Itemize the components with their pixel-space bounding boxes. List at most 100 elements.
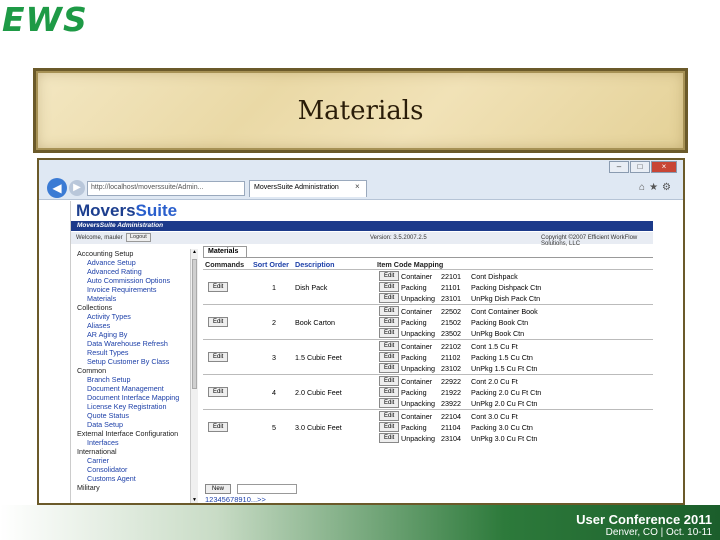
edit-material-button[interactable]: Edit [208,282,229,292]
edit-mapping-button[interactable]: Edit [379,433,400,443]
edit-mapping-button[interactable]: Edit [379,352,400,362]
edit-material-button[interactable]: Edit [208,387,229,397]
sidebar-item[interactable]: Data Setup [71,420,189,429]
header-commands: Commands [205,260,245,269]
maximize-button[interactable]: □ [630,161,650,173]
header-sort-order[interactable]: Sort Order [253,260,289,269]
home-icon[interactable]: ⌂ [639,182,649,193]
sidebar-scrollbar[interactable]: ▲ ▼ [190,249,198,503]
sidebar-item[interactable]: Advanced Rating [71,267,189,276]
item-code-mapping: Edit Unpacking 23104 UnPkg 3.0 Cu Ft Ctn [377,433,653,444]
material-description: 1.5 Cubic Feet [295,353,342,362]
mapping-desc: UnPkg 2.0 Cu Ft Ctn [471,399,538,408]
edit-mapping-button[interactable]: Edit [379,317,400,327]
tab-close-icon[interactable]: × [355,182,360,191]
address-bar[interactable]: http://localhost/moverssuite/Admin... [87,181,245,196]
sidebar-item[interactable]: Carrier [71,456,189,465]
edit-mapping-button[interactable]: Edit [379,387,400,397]
sidebar-item[interactable]: License Key Registration [71,402,189,411]
mapping-desc: Packing Book Ctn [471,318,529,327]
mapping-code: 21922 [441,388,461,397]
sidebar-item[interactable]: Advance Setup [71,258,189,267]
edit-mapping-button[interactable]: Edit [379,376,400,386]
edit-mapping-button[interactable]: Edit [379,411,400,421]
edit-mapping-button[interactable]: Edit [379,422,400,432]
material-row: Edit 2 Book Carton Edit Container 22502 Cont C… [203,304,653,338]
edit-material-button[interactable]: Edit [208,422,229,432]
header-description[interactable]: Description [295,260,335,269]
right-margin [653,201,683,503]
sidebar-item[interactable]: Setup Customer By Class [71,357,189,366]
edit-mapping-button[interactable]: Edit [379,293,400,303]
sidebar-item[interactable]: Document Interface Mapping [71,393,189,402]
scroll-up-icon[interactable]: ▲ [192,249,197,255]
sidebar-item[interactable]: Invoice Requirements [71,285,189,294]
edit-material-button[interactable]: Edit [208,352,229,362]
item-code-mapping: Edit Packing 21101 Packing Dishpack Ctn [377,282,653,293]
edit-mapping-button[interactable]: Edit [379,306,400,316]
scroll-down-icon[interactable]: ▼ [192,497,197,503]
gear-icon[interactable]: ⚙ [662,182,675,193]
sidebar-item[interactable]: Interfaces [71,438,189,447]
sidebar-item[interactable]: Result Types [71,348,189,357]
star-icon[interactable]: ★ [649,182,662,193]
movers-suite-app: MoversSuite MoversSuite Administration W… [70,201,653,503]
mapping-desc: Packing 2.0 Cu Ft Ctn [471,388,542,397]
edit-material-button[interactable]: Edit [208,317,229,327]
sidebar-item[interactable]: Auto Commission Options [71,276,189,285]
sidebar-category: International [77,447,117,456]
close-window-button[interactable]: × [651,161,677,173]
mapping-type: Unpacking [401,329,435,338]
edit-mapping-button[interactable]: Edit [379,328,400,338]
sidebar-item[interactable]: Consolidator [71,465,189,474]
sidebar-item[interactable]: Document Management [71,384,189,393]
item-code-mapping: Edit Container 22102 Cont 1.5 Cu Ft [377,341,653,352]
material-description: Book Carton [295,318,335,327]
tab-materials[interactable]: Materials [203,246,247,257]
browser-tools: ⌂★⚙ [639,182,675,193]
minimize-button[interactable]: – [609,161,629,173]
new-material-input[interactable] [237,484,297,494]
sidebar-item[interactable]: Materials [71,294,189,303]
edit-mapping-button[interactable]: Edit [379,341,400,351]
sidebar-item[interactable]: Data Warehouse Refresh [71,339,189,348]
pager[interactable]: 12345678910...>> [205,495,266,503]
item-code-mapping: Edit Unpacking 23922 UnPkg 2.0 Cu Ft Ctn [377,398,653,409]
edit-mapping-button[interactable]: Edit [379,282,400,292]
mapping-desc: Cont Dishpack [471,272,518,281]
material-row: Edit 1 Dish Pack Edit Container 22101 Cont Dis… [203,269,653,303]
mapping-type: Container [401,412,433,421]
back-button[interactable]: ◀ [47,178,67,198]
sidebar-item[interactable]: Customs Agent [71,474,189,483]
item-code-mapping: Edit Packing 21922 Packing 2.0 Cu Ft Ctn [377,387,653,398]
material-row: Edit 5 3.0 Cubic Feet Edit Container 22104 Con… [203,409,653,443]
scroll-thumb[interactable] [192,259,197,389]
mapping-code: 23102 [441,364,461,373]
ews-logo-text: EWS [2,0,88,39]
sidebar-category: Accounting Setup [77,249,134,258]
edit-mapping-button[interactable]: Edit [379,271,400,281]
app-header-bar: MoversSuite Administration [71,221,653,231]
new-button[interactable]: New [205,484,232,494]
mapping-code: 22102 [441,342,461,351]
mapping-code: 23502 [441,329,461,338]
mapping-type: Packing [401,388,427,397]
browser-toolbar: – □ × ◀ ▶ http://localhost/moverssuite/A… [39,160,683,200]
sidebar-item[interactable]: Activity Types [71,312,189,321]
browser-tab[interactable]: MoversSuite Administration [249,180,367,197]
sidebar-item[interactable]: Quote Status [71,411,189,420]
sidebar-item[interactable]: Aliases [71,321,189,330]
edit-mapping-button[interactable]: Edit [379,398,400,408]
edit-mapping-button[interactable]: Edit [379,363,400,373]
browser-body: MoversSuite MoversSuite Administration W… [39,201,683,503]
logout-button[interactable]: Logout [126,233,151,242]
sidebar-item[interactable]: AR Aging By [71,330,189,339]
mapping-code: 22101 [441,272,461,281]
item-code-mapping: Edit Container 22502 Cont Container Book [377,306,653,317]
mapping-desc: Cont Container Book [471,307,538,316]
slide-title: Materials [297,95,424,126]
item-code-mapping: Edit Container 22104 Cont 3.0 Cu Ft [377,411,653,422]
footer-text: User Conference 2011 Denver, CO | Oct. 1… [576,512,712,538]
forward-button[interactable]: ▶ [69,180,85,196]
sidebar-item[interactable]: Branch Setup [71,375,189,384]
